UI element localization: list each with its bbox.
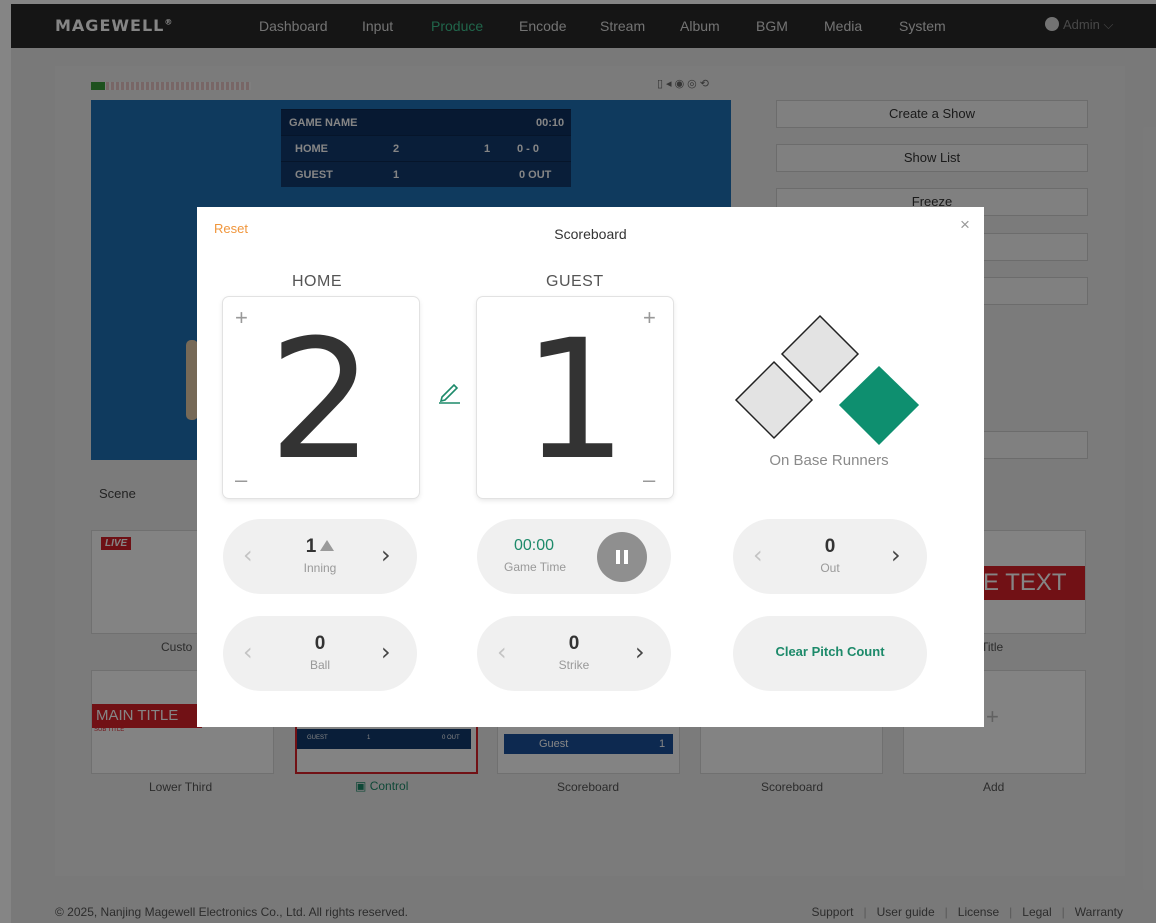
- strike-control: ‹ 0 Strike ›: [477, 616, 671, 691]
- top-inning-icon: [320, 540, 335, 551]
- scoreboard-modal: Reset Scoreboard × HOME GUEST + 2 – + 1 …: [197, 207, 984, 727]
- guest-score: 1: [522, 304, 628, 496]
- modal-title: Scoreboard: [554, 226, 627, 242]
- pause-button[interactable]: [597, 532, 647, 582]
- home-score: 2: [268, 304, 374, 496]
- ball-next-button[interactable]: ›: [381, 639, 391, 665]
- inning-value: 1: [305, 536, 317, 557]
- inning-next-button[interactable]: ›: [381, 542, 391, 568]
- home-score-box: + 2 –: [223, 297, 419, 498]
- close-icon[interactable]: ×: [960, 215, 970, 235]
- base-runners-diamond: [734, 314, 920, 446]
- on-base-runners-label: On Base Runners: [769, 452, 889, 469]
- home-label: HOME: [292, 273, 342, 290]
- guest-score-box: + 1 –: [477, 297, 673, 498]
- ball-control: ‹ 0 Ball ›: [223, 616, 417, 691]
- game-time-control: 00:00 Game Time: [477, 519, 671, 594]
- guest-decrement-button[interactable]: –: [643, 469, 655, 491]
- out-next-button[interactable]: ›: [891, 542, 901, 568]
- strike-next-button[interactable]: ›: [635, 639, 645, 665]
- game-time-label: Game Time: [504, 560, 567, 574]
- first-base: [838, 365, 920, 446]
- out-control: ‹ 0 Out ›: [733, 519, 927, 594]
- clear-pitch-count-label: Clear Pitch Count: [775, 644, 885, 659]
- inning-control: ‹ 1 Inning ›: [223, 519, 417, 594]
- edit-icon[interactable]: [436, 378, 462, 404]
- game-time-value: 00:00: [514, 537, 555, 554]
- clear-pitch-count-button[interactable]: Clear Pitch Count: [733, 616, 927, 691]
- guest-label: GUEST: [546, 273, 604, 290]
- home-decrement-button[interactable]: –: [235, 469, 247, 491]
